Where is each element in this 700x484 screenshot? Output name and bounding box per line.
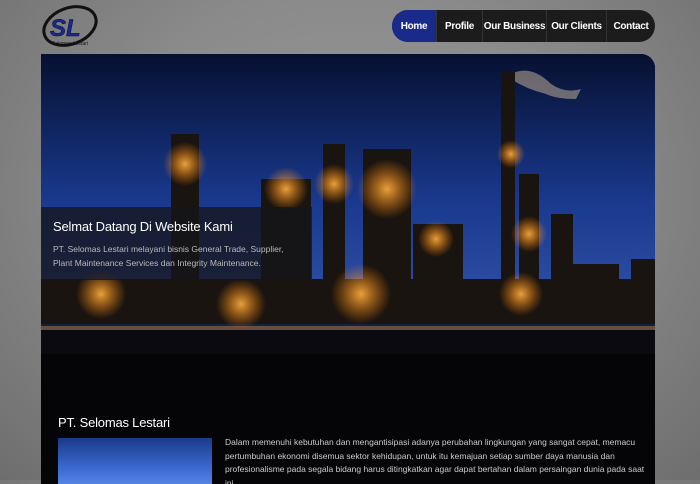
svg-text:SL: SL — [50, 15, 81, 42]
section-image — [58, 438, 212, 484]
logo[interactable]: SL Selomas Lestari — [40, 2, 100, 52]
main-panel: Selmat Datang Di Website Kami PT. Seloma… — [41, 54, 655, 484]
nav-our-business[interactable]: Our Business — [482, 10, 546, 42]
nav-contact[interactable]: Contact — [606, 10, 655, 42]
section-text: Dalam memenuhi kebutuhan dan mengantisip… — [225, 437, 645, 484]
nav-home[interactable]: Home — [392, 10, 436, 42]
hero-image — [41, 54, 655, 354]
hero-text: PT. Selomas Lestari melayani bisnis Gene… — [53, 244, 284, 268]
nav-profile[interactable]: Profile — [436, 10, 482, 42]
nav-our-clients[interactable]: Our Clients — [546, 10, 606, 42]
svg-text:Selomas Lestari: Selomas Lestari — [52, 41, 88, 47]
section-title: PT. Selomas Lestari — [58, 415, 170, 430]
hero-title: Selmat Datang Di Website Kami — [53, 219, 233, 234]
main-nav: Home Profile Our Business Our Clients Co… — [392, 10, 655, 42]
hero-caption: Selmat Datang Di Website Kami PT. Seloma… — [41, 207, 312, 280]
